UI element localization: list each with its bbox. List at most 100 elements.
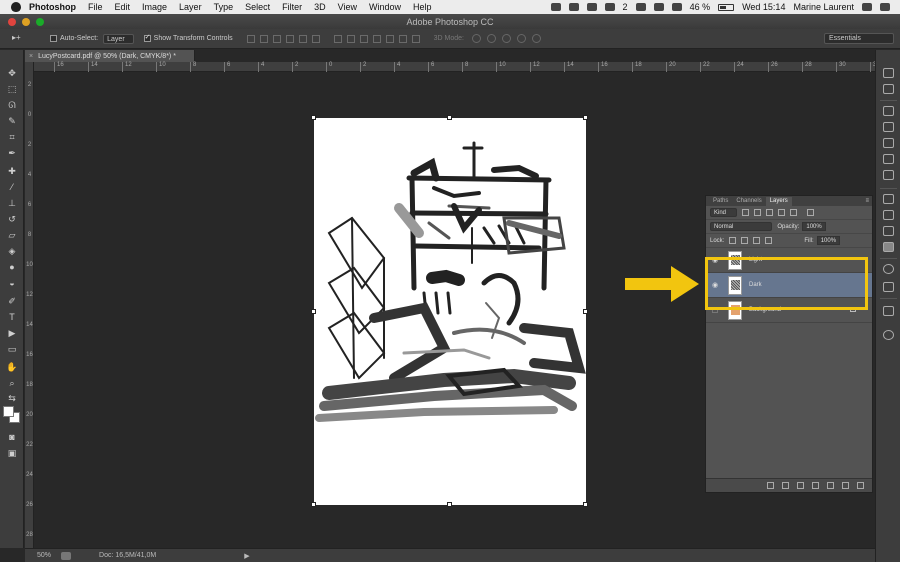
zoom-tool-icon[interactable]: ⌕ [5, 378, 19, 389]
align-left-icon[interactable] [285, 34, 294, 43]
dodge-tool-icon[interactable]: ◒ [5, 278, 19, 289]
foreground-color[interactable] [3, 406, 14, 417]
filter-toggle-icon[interactable] [807, 209, 815, 216]
layer-row-light[interactable]: ◉ Light [706, 248, 872, 273]
clone-stamp-tool-icon[interactable]: ⊥ [5, 198, 19, 209]
pen-tool-icon[interactable]: ✐ [5, 296, 19, 307]
eye-icon[interactable]: ◉ [710, 281, 720, 289]
color-swatches[interactable] [3, 406, 23, 426]
panel-menu-icon[interactable]: ≡ [865, 197, 869, 206]
menu-select[interactable]: Select [245, 2, 270, 12]
align-top-icon[interactable] [246, 34, 255, 43]
list-icon[interactable] [880, 3, 890, 11]
bluetooth-icon[interactable] [635, 3, 646, 11]
brush-tool-icon[interactable]: ⁄ [5, 182, 19, 193]
menu-help[interactable]: Help [413, 2, 432, 12]
align-bottom-icon[interactable] [272, 34, 281, 43]
paint-bucket-tool-icon[interactable]: ◈ [5, 246, 19, 257]
hand-tool-icon[interactable]: ✋ [5, 362, 19, 373]
rectangle-tool-icon[interactable]: ▭ [5, 344, 19, 355]
visibility-off-icon[interactable] [712, 307, 718, 313]
lasso-tool-icon[interactable]: ᘏ [5, 100, 19, 111]
transform-handle-tc[interactable] [447, 115, 452, 120]
3d-panel-icon[interactable] [883, 264, 894, 274]
user-name[interactable]: Marine Laurent [793, 2, 854, 12]
auto-select-dropdown[interactable]: Layer [103, 33, 134, 44]
menu-layer[interactable]: Layer [179, 2, 202, 12]
path-select-tool-icon[interactable]: ▶ [5, 328, 19, 339]
new-adjustment-icon[interactable] [812, 482, 819, 489]
distribute-right-icon[interactable] [398, 34, 407, 43]
add-mask-icon[interactable] [797, 482, 804, 489]
swap-colors-icon[interactable]: ⇆ [5, 393, 19, 404]
auto-align-icon[interactable] [411, 34, 420, 43]
menu-window[interactable]: Window [369, 2, 401, 12]
brush-panel-icon[interactable] [883, 138, 894, 148]
search-icon[interactable] [862, 3, 872, 11]
move-tool-icon[interactable]: ✥ [5, 68, 19, 79]
cloud-icon[interactable] [568, 3, 579, 11]
color-panel-icon[interactable] [883, 106, 894, 116]
menu-filter[interactable]: Filter [282, 2, 302, 12]
filter-kind-dropdown[interactable]: Kind [710, 208, 738, 217]
layer-row-background[interactable]: Background [706, 298, 872, 323]
volume-icon[interactable] [653, 3, 664, 11]
swatches-panel-icon[interactable] [883, 122, 894, 132]
transform-handle-br[interactable] [583, 502, 588, 507]
layer-row-dark[interactable]: ◉ Dark [706, 273, 872, 298]
new-layer-icon[interactable] [842, 482, 849, 489]
filter-shape-icon[interactable] [778, 209, 786, 216]
character-panel-icon[interactable] [883, 306, 894, 316]
distribute-vcenter-icon[interactable] [346, 34, 355, 43]
zoom-level[interactable]: 50% [37, 552, 51, 559]
menu-file[interactable]: File [88, 2, 103, 12]
new-group-icon[interactable] [827, 482, 834, 489]
eraser-tool-icon[interactable]: ▱ [5, 230, 19, 241]
layer-style-icon[interactable] [782, 482, 789, 489]
battery-percent[interactable]: 46 % [690, 2, 711, 12]
horizontal-ruler[interactable]: 1614121086420246810121416182022242628303… [34, 62, 880, 72]
crop-tool-icon[interactable]: ⌗ [5, 132, 19, 143]
eye-icon[interactable]: ◉ [710, 256, 720, 264]
screen-mode-icon[interactable]: ▣ [5, 448, 19, 459]
transform-handle-bc[interactable] [447, 502, 452, 507]
menu-3d[interactable]: 3D [314, 2, 326, 12]
auto-select-checkbox[interactable] [50, 35, 57, 42]
inbox-icon[interactable] [586, 3, 597, 11]
info-panel-icon[interactable] [883, 330, 894, 340]
filter-adjustment-icon[interactable] [754, 209, 762, 216]
transform-handle-mr[interactable] [583, 309, 588, 314]
channels-panel-icon[interactable] [883, 226, 894, 236]
eyedropper-tool-icon[interactable]: ✒ [5, 148, 19, 159]
menu-edit[interactable]: Edit [115, 2, 131, 12]
blur-tool-icon[interactable]: ● [5, 262, 19, 273]
layer-name[interactable]: Dark [749, 282, 762, 288]
delete-layer-icon[interactable] [857, 482, 864, 489]
tab-channels[interactable]: Channels [732, 197, 765, 206]
3d-slide-icon[interactable] [517, 34, 526, 43]
document-tab[interactable]: × LucyPostcard.pdf @ 50% (Dark, CMYK/8*)… [25, 50, 195, 62]
3d-scale-icon[interactable] [532, 34, 541, 43]
timeline-panel-icon[interactable] [883, 282, 894, 292]
distribute-hcenter-icon[interactable] [385, 34, 394, 43]
dropbox-icon[interactable] [550, 3, 561, 11]
3d-roll-icon[interactable] [487, 34, 496, 43]
tab-layers[interactable]: Layers [765, 197, 792, 206]
quick-mask-icon[interactable]: ◙ [5, 432, 19, 443]
menu-view[interactable]: View [338, 2, 357, 12]
show-transform-checkbox[interactable] [143, 33, 151, 42]
vertical-ruler[interactable]: 2 0 2 4 6 8 10 12 14 16 18 20 22 24 26 28 [25, 62, 34, 548]
menu-type[interactable]: Type [214, 2, 234, 12]
wifi-icon[interactable] [671, 3, 682, 11]
quick-select-tool-icon[interactable]: ✎ [5, 116, 19, 127]
history-panel-icon[interactable] [883, 68, 894, 78]
marquee-tool-icon[interactable]: ⬚ [5, 84, 19, 95]
styles-panel-icon[interactable] [883, 170, 894, 180]
transform-handle-bl[interactable] [311, 502, 316, 507]
workspace-dropdown[interactable]: Essentials [824, 33, 894, 44]
menu-image[interactable]: Image [142, 2, 167, 12]
healing-brush-tool-icon[interactable]: ✚ [5, 166, 19, 177]
layer-name[interactable]: Background [749, 307, 781, 313]
history-brush-tool-icon[interactable]: ↺ [5, 214, 19, 225]
adjustments-panel-icon[interactable] [883, 154, 894, 164]
